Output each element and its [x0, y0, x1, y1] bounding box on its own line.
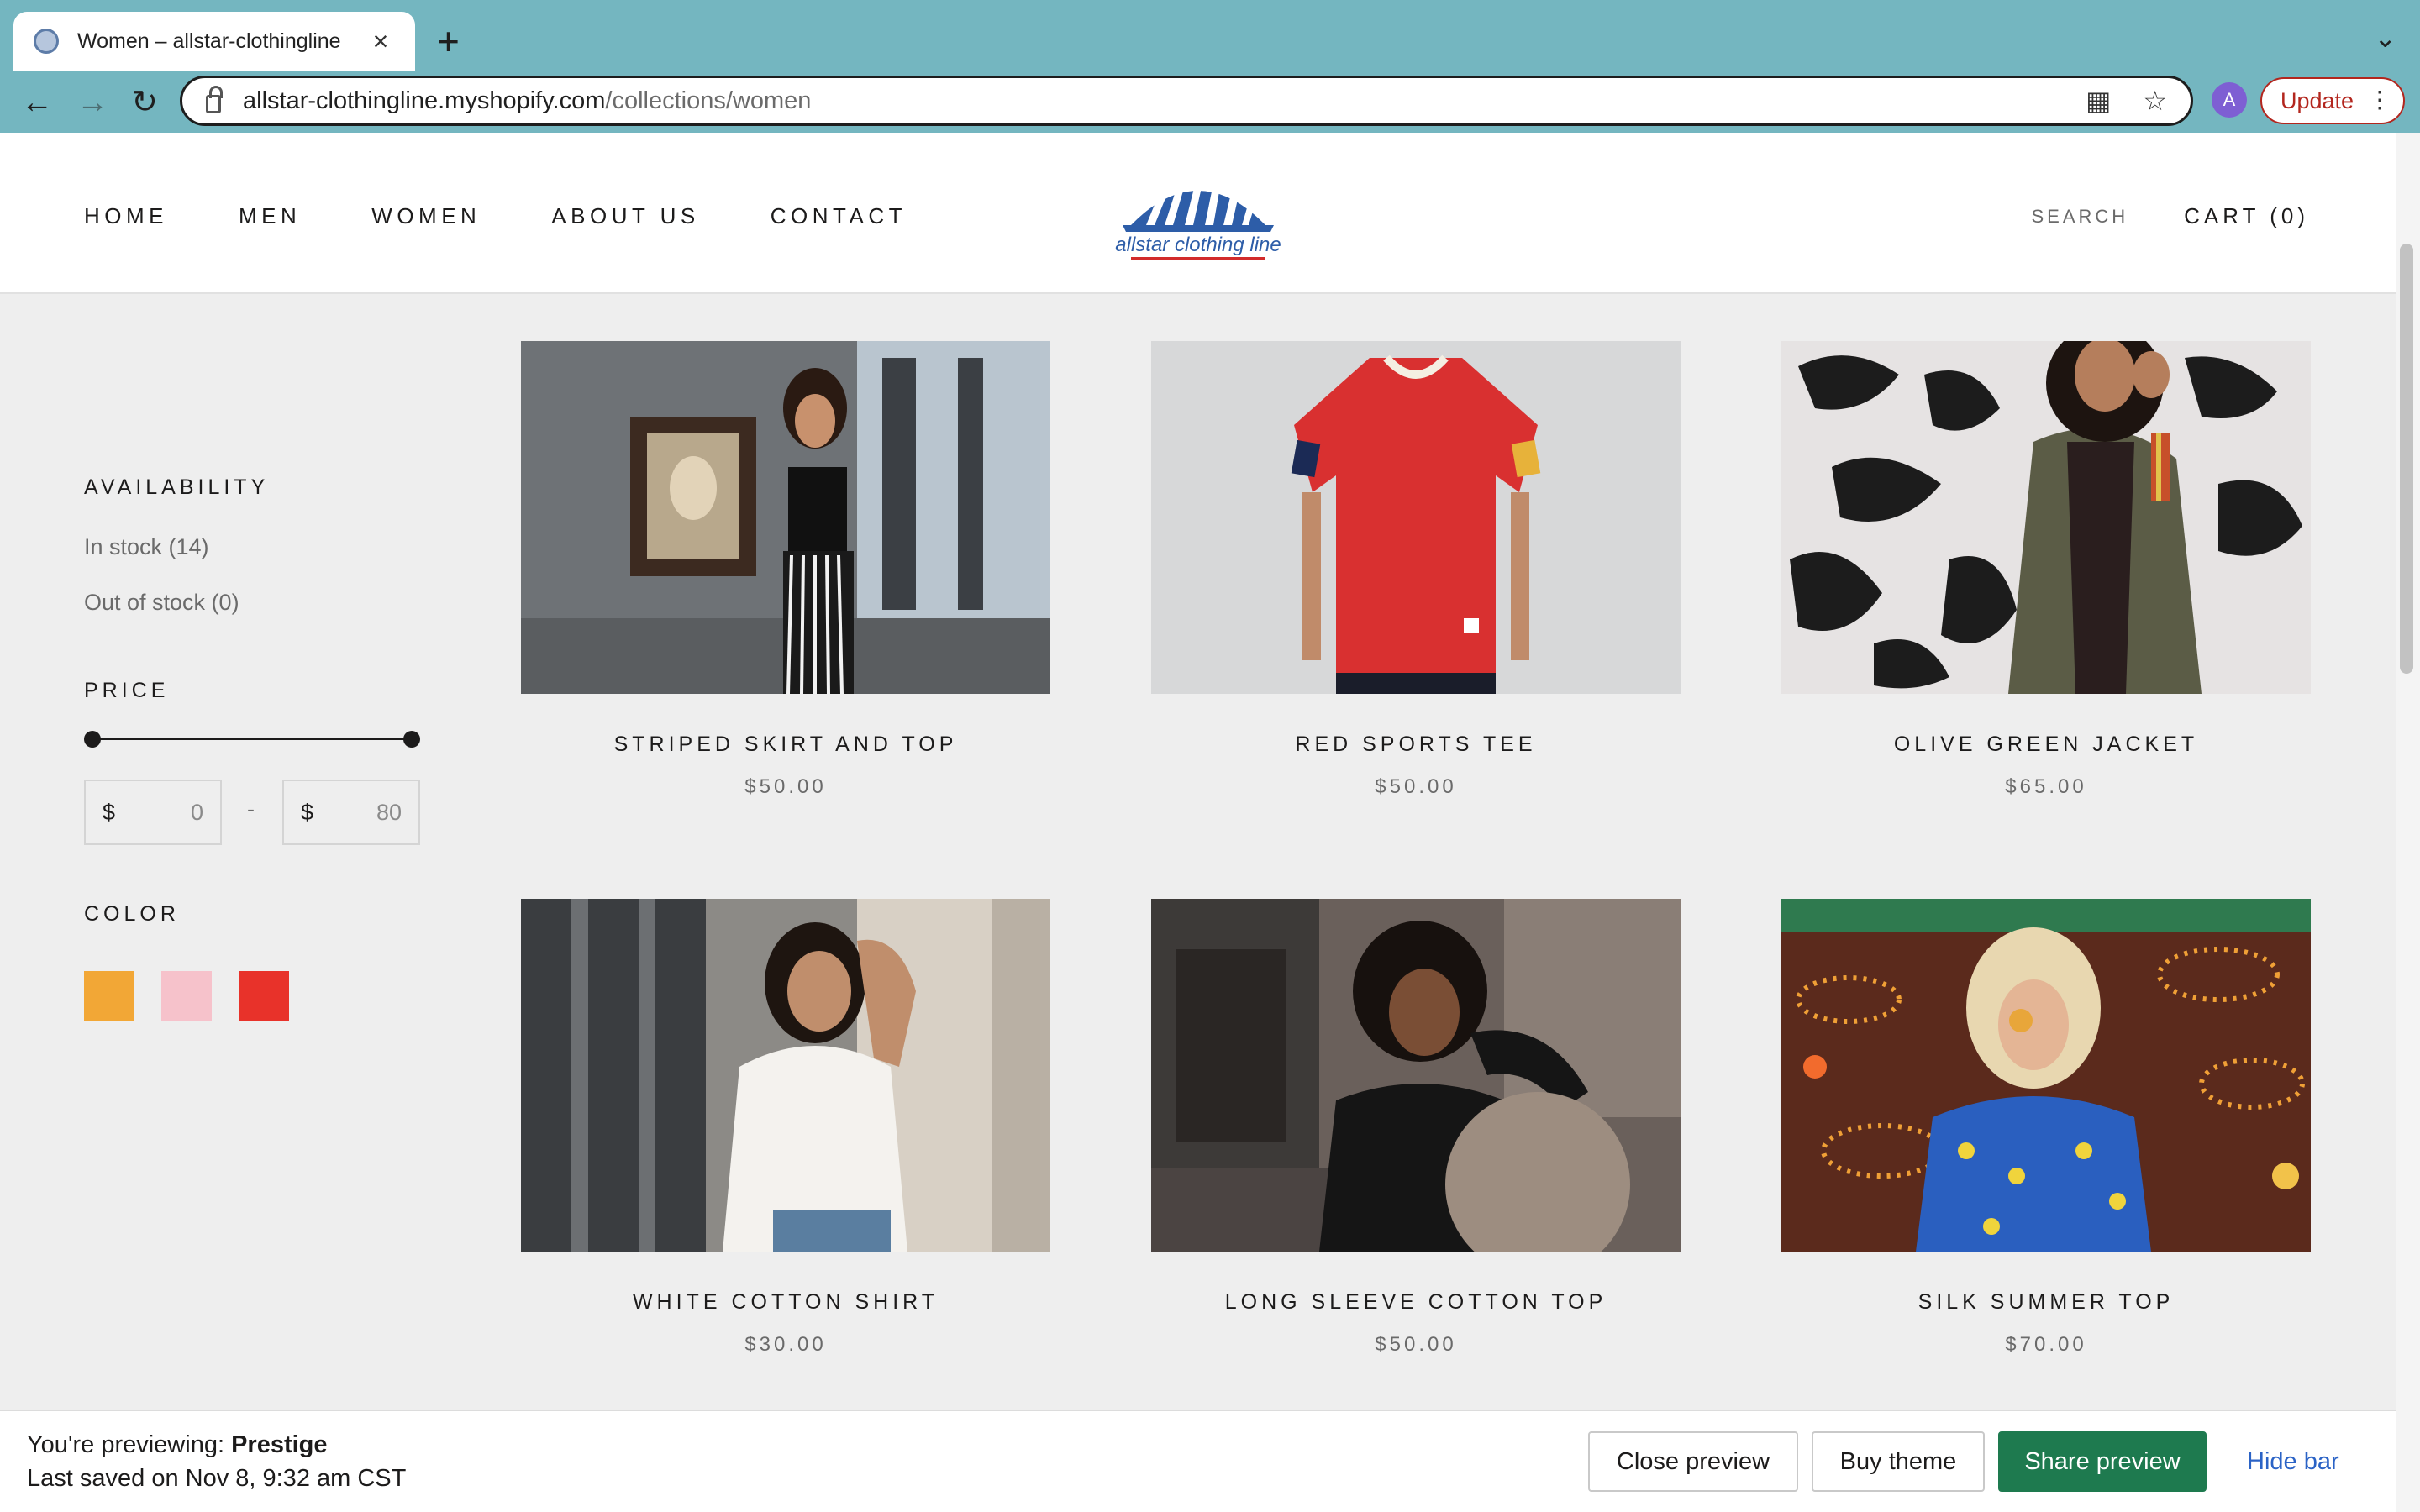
nav-women[interactable]: WOMEN: [371, 203, 481, 229]
store-header: HOME MEN WOMEN ABOUT US CONTACT allstar …: [0, 133, 2396, 294]
price-min-value: 0: [190, 799, 203, 825]
nav-contact[interactable]: CONTACT: [771, 203, 907, 229]
product-image-red-tee[interactable]: [1151, 341, 1681, 694]
header-actions: SEARCH CART (0): [2031, 203, 2309, 229]
product-card[interactable]: WHITE COTTON SHIRT $30.00: [521, 899, 1050, 1357]
profile-avatar[interactable]: A: [2212, 82, 2247, 118]
product-price: $50.00: [1375, 775, 1457, 798]
theme-preview-bar: You're previewing: Prestige Last saved o…: [0, 1410, 2396, 1512]
product-image-long-sleeve-top[interactable]: [1151, 899, 1681, 1252]
product-card[interactable]: OLIVE GREEN JACKET $65.00: [1781, 341, 2311, 799]
tab-title: Women – allstar-clothingline: [77, 29, 341, 53]
price-max-value: 80: [376, 799, 402, 825]
back-arrow-icon[interactable]: ←: [15, 81, 59, 124]
product-price: $70.00: [2005, 1333, 2087, 1356]
page-scrollbar-thumb[interactable]: [2400, 244, 2413, 674]
share-preview-button[interactable]: Share preview: [1998, 1431, 2207, 1492]
last-saved-text: Last saved on Nov 8, 9:32 am CST: [27, 1465, 407, 1492]
price-range-slider[interactable]: [84, 731, 420, 748]
product-price: $50.00: [1375, 1333, 1457, 1356]
nav-home[interactable]: HOME: [84, 203, 168, 229]
cart-link[interactable]: CART (0): [2184, 203, 2309, 229]
address-bar[interactable]: allstar-clothingline.myshopify.com /coll…: [180, 76, 2193, 126]
previewing-prefix: You're previewing:: [27, 1431, 232, 1458]
browser-tab-active[interactable]: Women – allstar-clothingline ×: [13, 12, 415, 71]
lock-icon[interactable]: [206, 86, 223, 113]
reload-icon[interactable]: ↻: [123, 81, 166, 124]
hide-bar-link[interactable]: Hide bar: [2247, 1448, 2339, 1476]
close-tab-icon[interactable]: ×: [366, 27, 395, 55]
nav-men[interactable]: MEN: [239, 203, 301, 229]
product-name[interactable]: OLIVE GREEN JACKET: [1781, 732, 2311, 757]
forward-arrow-icon[interactable]: →: [71, 81, 114, 124]
product-price: $30.00: [744, 1333, 827, 1356]
update-button[interactable]: Update ⋮: [2260, 77, 2405, 124]
qr-code-icon[interactable]: ▦: [2086, 85, 2111, 117]
tab-search-chevron-icon[interactable]: ⌄: [2374, 22, 2396, 54]
price-separator: -: [247, 796, 255, 822]
filter-out-of-stock[interactable]: Out of stock (0): [84, 590, 239, 616]
product-name[interactable]: RED SPORTS TEE: [1151, 732, 1681, 757]
browser-tab-strip: Women – allstar-clothingline × + ⌄: [0, 0, 2420, 71]
product-card[interactable]: STRIPED SKIRT AND TOP $50.00: [521, 341, 1050, 799]
product-image-white-shirt[interactable]: [521, 899, 1050, 1252]
currency-symbol: $: [103, 799, 116, 825]
product-price: $50.00: [744, 775, 827, 798]
theme-name: Prestige: [231, 1431, 328, 1458]
product-card[interactable]: RED SPORTS TEE $50.00: [1151, 341, 1681, 799]
kebab-menu-icon[interactable]: ⋮: [2368, 87, 2391, 113]
price-min-input[interactable]: $ 0: [84, 780, 222, 845]
color-swatch-orange[interactable]: [84, 971, 134, 1021]
favicon-icon: [34, 29, 59, 54]
product-card[interactable]: LONG SLEEVE COTTON TOP $50.00: [1151, 899, 1681, 1357]
update-label: Update: [2281, 87, 2354, 113]
product-image-olive-jacket[interactable]: [1781, 341, 2311, 694]
new-tab-icon[interactable]: +: [437, 20, 460, 62]
store-logo[interactable]: allstar clothing line: [1114, 165, 1282, 264]
color-swatch-pink[interactable]: [161, 971, 212, 1021]
nav-about-us[interactable]: ABOUT US: [551, 203, 699, 229]
product-name[interactable]: LONG SLEEVE COTTON TOP: [1151, 1290, 1681, 1315]
filter-in-stock[interactable]: In stock (14): [84, 534, 209, 560]
url-host: allstar-clothingline.myshopify.com: [243, 87, 606, 114]
price-min-handle[interactable]: [84, 731, 101, 748]
product-card[interactable]: SILK SUMMER TOP $70.00: [1781, 899, 2311, 1357]
price-max-handle[interactable]: [403, 731, 420, 748]
color-swatch-red[interactable]: [239, 971, 289, 1021]
search-link[interactable]: SEARCH: [2031, 206, 2128, 228]
close-preview-button[interactable]: Close preview: [1588, 1431, 1798, 1492]
price-max-input[interactable]: $ 80: [282, 780, 420, 845]
url-path: /collections/women: [605, 87, 812, 114]
product-name[interactable]: STRIPED SKIRT AND TOP: [521, 732, 1050, 757]
product-price: $65.00: [2005, 775, 2087, 798]
product-name[interactable]: WHITE COTTON SHIRT: [521, 1290, 1050, 1315]
product-name[interactable]: SILK SUMMER TOP: [1781, 1290, 2311, 1315]
previewing-text: You're previewing: Prestige: [27, 1431, 328, 1459]
price-title: PRICE: [84, 679, 170, 702]
logo-text: allstar clothing line: [1115, 234, 1281, 256]
color-title: COLOR: [84, 902, 180, 926]
currency-symbol: $: [301, 799, 314, 825]
product-image-striped-skirt[interactable]: [521, 341, 1050, 694]
availability-title: AVAILABILITY: [84, 475, 270, 499]
main-navigation: HOME MEN WOMEN ABOUT US CONTACT: [84, 203, 907, 229]
product-image-silk-summer-top[interactable]: [1781, 899, 2311, 1252]
buy-theme-button[interactable]: Buy theme: [1812, 1431, 1985, 1492]
bookmark-star-icon[interactable]: ☆: [2143, 85, 2167, 117]
